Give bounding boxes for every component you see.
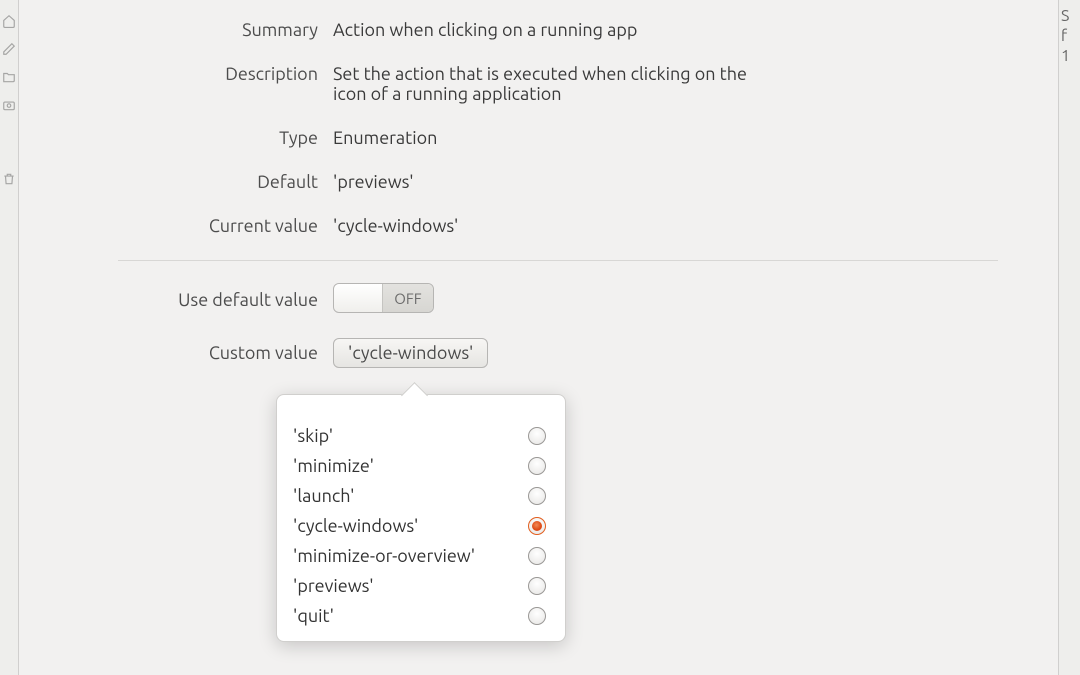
use-default-label: Use default value [18,290,333,310]
left-icon-sidebar [0,0,19,675]
toggle-knob [334,284,383,312]
right-stub-line: S [1061,6,1080,26]
trash-icon [2,172,16,186]
current-label: Current value [18,216,333,236]
radio-icon[interactable] [528,607,546,625]
type-label: Type [18,128,333,148]
custom-value-dropdown[interactable]: 'cycle-windows' [333,338,488,368]
right-stub-line: f [1061,26,1080,46]
option-launch[interactable]: 'launch' [293,481,549,511]
description-value: Set the action that is executed when cli… [333,64,753,104]
radio-icon[interactable] [528,547,546,565]
default-value: 'previews' [333,172,414,192]
option-label: 'cycle-windows' [293,516,418,536]
custom-value-selected: 'cycle-windows' [348,343,473,363]
camera-icon [2,98,16,112]
option-cycle-windows[interactable]: 'cycle-windows' [293,511,549,541]
radio-icon[interactable] [528,457,546,475]
summary-value: Action when clicking on a running app [333,20,637,40]
folder-icon [2,70,16,84]
right-stub-line: 1 [1061,46,1080,66]
description-label: Description [18,64,333,84]
default-label: Default [18,172,333,192]
option-minimize-or-overview[interactable]: 'minimize-or-overview' [293,541,549,571]
section-divider [118,260,998,261]
current-value: 'cycle-windows' [333,216,458,236]
option-previews[interactable]: 'previews' [293,571,549,601]
type-value: Enumeration [333,128,437,148]
option-label: 'skip' [293,426,333,446]
use-default-toggle[interactable]: OFF [333,283,434,313]
custom-value-label: Custom value [18,343,333,363]
option-label: 'previews' [293,576,374,596]
option-label: 'minimize' [293,456,374,476]
radio-icon[interactable] [528,427,546,445]
home-icon [2,14,16,28]
radio-icon[interactable] [528,517,546,535]
toggle-state: OFF [383,284,433,312]
radio-icon[interactable] [528,487,546,505]
main-panel: Summary Action when clicking on a runnin… [18,0,1058,675]
popover-arrow [401,382,428,409]
right-info-stub: S f 1 [1058,0,1080,675]
option-label: 'minimize-or-overview' [293,546,475,566]
option-label: 'quit' [293,606,334,626]
custom-value-popover: 'skip' 'minimize' 'launch' 'cycle-window… [276,394,566,642]
pencil-icon [2,42,16,56]
summary-label: Summary [18,20,333,40]
option-quit[interactable]: 'quit' [293,601,549,631]
option-label: 'launch' [293,486,354,506]
option-skip[interactable]: 'skip' [293,421,549,451]
option-minimize[interactable]: 'minimize' [293,451,549,481]
radio-icon[interactable] [528,577,546,595]
